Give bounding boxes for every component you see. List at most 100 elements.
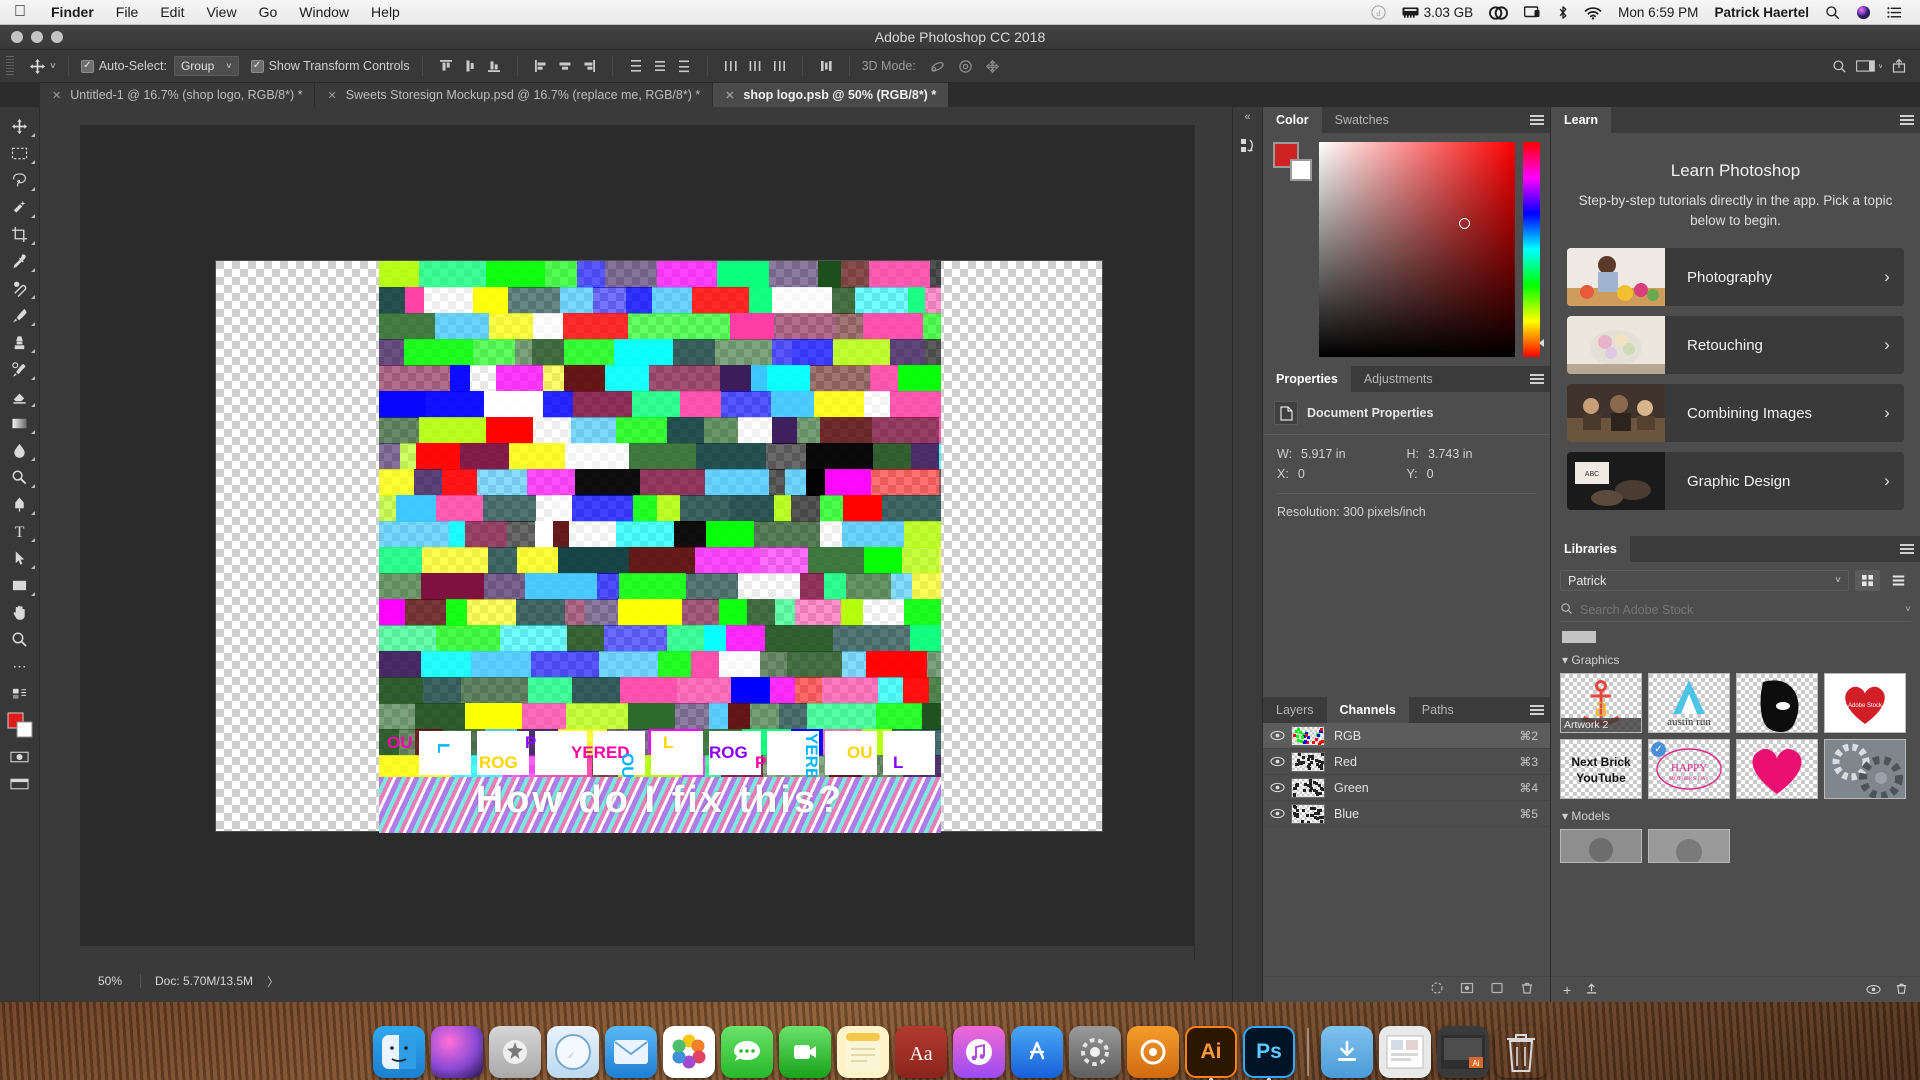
tab-learn[interactable]: Learn: [1551, 107, 1611, 133]
canvas-viewport[interactable]: OU L ROG P YERED OU L ROG P YERED OU L How do I fix…: [80, 125, 1208, 960]
library-item-red-heart[interactable]: Adobe Stock: [1824, 673, 1906, 733]
channel-row-blue[interactable]: Blue ⌘5: [1263, 801, 1550, 827]
dropbox-icon[interactable]: d: [1363, 0, 1394, 25]
tab-swatches[interactable]: Swatches: [1322, 107, 1402, 133]
dock-item-adobe-illustrator[interactable]: Ai: [1185, 1026, 1237, 1078]
learn-card-photography[interactable]: Photography ›: [1567, 248, 1904, 306]
dock-item-trash[interactable]: [1495, 1026, 1547, 1078]
dock-item-safari[interactable]: [547, 1026, 599, 1078]
list-view-button[interactable]: [1886, 570, 1911, 591]
dock-item-siri[interactable]: [431, 1026, 483, 1078]
library-item-pink-heart[interactable]: [1736, 739, 1818, 799]
canvas-vertical-scrollbar[interactable]: [1194, 125, 1208, 960]
load-channel-as-selection-icon[interactable]: [1430, 981, 1444, 998]
menu-item-go[interactable]: Go: [248, 0, 289, 25]
eyedropper-tool[interactable]: [3, 248, 37, 274]
quick-selection-tool[interactable]: [3, 194, 37, 220]
properties-shortcut-icon[interactable]: [1238, 137, 1258, 162]
distribute-spacing-button[interactable]: [809, 50, 843, 83]
hue-slider[interactable]: [1523, 142, 1540, 357]
distribute-top-edges-icon[interactable]: [625, 55, 647, 77]
save-selection-as-channel-icon[interactable]: [1460, 981, 1474, 998]
eraser-tool[interactable]: [3, 383, 37, 409]
library-dropdown[interactable]: Patrick ˅: [1560, 570, 1849, 591]
dock-item-downloads-folder[interactable]: [1321, 1026, 1373, 1078]
document-tab-sweets-storesign[interactable]: ✕ Sweets Storesign Mockup.psd @ 16.7% (r…: [315, 83, 713, 107]
delete-icon[interactable]: [1895, 982, 1908, 998]
menu-item-view[interactable]: View: [195, 0, 247, 25]
notification-center-icon[interactable]: [1879, 0, 1910, 25]
menu-item-help[interactable]: Help: [360, 0, 411, 25]
options-bar-grip[interactable]: [6, 56, 14, 76]
artboard[interactable]: OU L ROG P YERED OU L ROG P YERED OU L How do I fix…: [215, 260, 1103, 832]
show-transform-controls-control[interactable]: ✓ Show Transform Controls: [245, 50, 416, 83]
distribute-horizontal-centers-icon[interactable]: [744, 55, 766, 77]
channel-row-green[interactable]: Green ⌘4: [1263, 775, 1550, 801]
type-tool[interactable]: T: [3, 518, 37, 544]
adobe-stock-search-row[interactable]: ˅: [1560, 598, 1911, 622]
collapse-panels-icon[interactable]: «: [1244, 111, 1250, 123]
dock-item-system-preferences[interactable]: [1069, 1026, 1121, 1078]
hand-tool[interactable]: [3, 599, 37, 625]
close-icon[interactable]: ✕: [52, 89, 61, 102]
properties-panel-menu-button[interactable]: [1524, 366, 1550, 392]
more-tools-icon[interactable]: ⋯: [3, 653, 37, 679]
property-width[interactable]: W: 5.917 in: [1277, 447, 1407, 461]
learn-panel-menu-button[interactable]: [1894, 107, 1920, 133]
apple-menu-icon[interactable]: : [0, 1, 40, 23]
dock-item-dictionary[interactable]: Aa: [895, 1026, 947, 1078]
delete-channel-icon[interactable]: [1520, 981, 1534, 998]
align-top-edges-icon[interactable]: [435, 55, 457, 77]
library-item-artwork-2[interactable]: a Artwork 2: [1560, 673, 1642, 733]
property-y[interactable]: Y: 0: [1407, 467, 1537, 481]
bluetooth-icon[interactable]: [1550, 0, 1576, 25]
workspace-icon[interactable]: ˅: [1854, 55, 1884, 77]
visibility-eye-icon[interactable]: [1263, 756, 1291, 767]
library-item-gears[interactable]: [1824, 739, 1906, 799]
distribute-bottom-edges-icon[interactable]: [673, 55, 695, 77]
close-icon[interactable]: ✕: [725, 89, 734, 102]
visibility-eye-icon[interactable]: [1263, 808, 1291, 819]
rectangular-marquee-tool[interactable]: [3, 140, 37, 166]
dock-item-facetime[interactable]: [779, 1026, 831, 1078]
auto-select-dropdown[interactable]: Group ˅: [174, 56, 239, 76]
brush-tool[interactable]: [3, 302, 37, 328]
display-icon[interactable]: [1516, 0, 1550, 25]
tool-preset-chevron-icon[interactable]: ˅: [50, 61, 56, 72]
library-item-happy-mothers-day[interactable]: HAPPY MOTHER'S DAY ✓: [1648, 739, 1730, 799]
3d-pan-icon[interactable]: [982, 55, 1004, 77]
path-selection-tool[interactable]: [3, 545, 37, 571]
dock-item-finder[interactable]: [373, 1026, 425, 1078]
zoom-tool[interactable]: [3, 626, 37, 652]
blur-tool[interactable]: [3, 437, 37, 463]
clone-stamp-tool[interactable]: [3, 329, 37, 355]
tab-layers[interactable]: Layers: [1263, 697, 1327, 723]
graphics-section-header[interactable]: ▾ Graphics: [1562, 653, 1911, 667]
channel-row-rgb[interactable]: RGB ⌘2: [1263, 723, 1550, 749]
3d-orbit-icon[interactable]: [928, 55, 950, 77]
status-expand-icon[interactable]: 〉: [267, 973, 279, 990]
align-vertical-centers-icon[interactable]: [459, 55, 481, 77]
align-horizontal-centers-icon[interactable]: [554, 55, 576, 77]
document-tab-shop-logo[interactable]: ✕ shop logo.psb @ 50% (RGB/8*) *: [713, 83, 949, 107]
quick-mask-mode-icon[interactable]: [3, 744, 37, 770]
color-panel-menu-button[interactable]: [1524, 107, 1550, 133]
tab-properties[interactable]: Properties: [1263, 366, 1351, 392]
create-new-channel-icon[interactable]: [1490, 981, 1504, 998]
search-icon[interactable]: [1828, 55, 1850, 77]
color-picker-marker[interactable]: [1459, 218, 1470, 229]
channels-panel-menu-button[interactable]: [1524, 697, 1550, 723]
spot-healing-brush-tool[interactable]: [3, 275, 37, 301]
library-item-model-2[interactable]: [1648, 829, 1730, 863]
learn-card-combining-images[interactable]: Combining Images ›: [1567, 384, 1904, 442]
library-item-austin-run[interactable]: austin run: [1648, 673, 1730, 733]
show-hidden-icon[interactable]: [1866, 982, 1881, 998]
creative-cloud-icon[interactable]: [1481, 0, 1516, 25]
pen-tool[interactable]: [3, 491, 37, 517]
wifi-icon[interactable]: [1576, 0, 1610, 25]
align-right-edges-icon[interactable]: [578, 55, 600, 77]
search-filter-chevron-icon[interactable]: ˅: [1905, 604, 1911, 615]
close-icon[interactable]: ✕: [327, 89, 336, 102]
foreground-background-colors[interactable]: [3, 707, 37, 743]
distribute-vertical-centers-icon[interactable]: [649, 55, 671, 77]
